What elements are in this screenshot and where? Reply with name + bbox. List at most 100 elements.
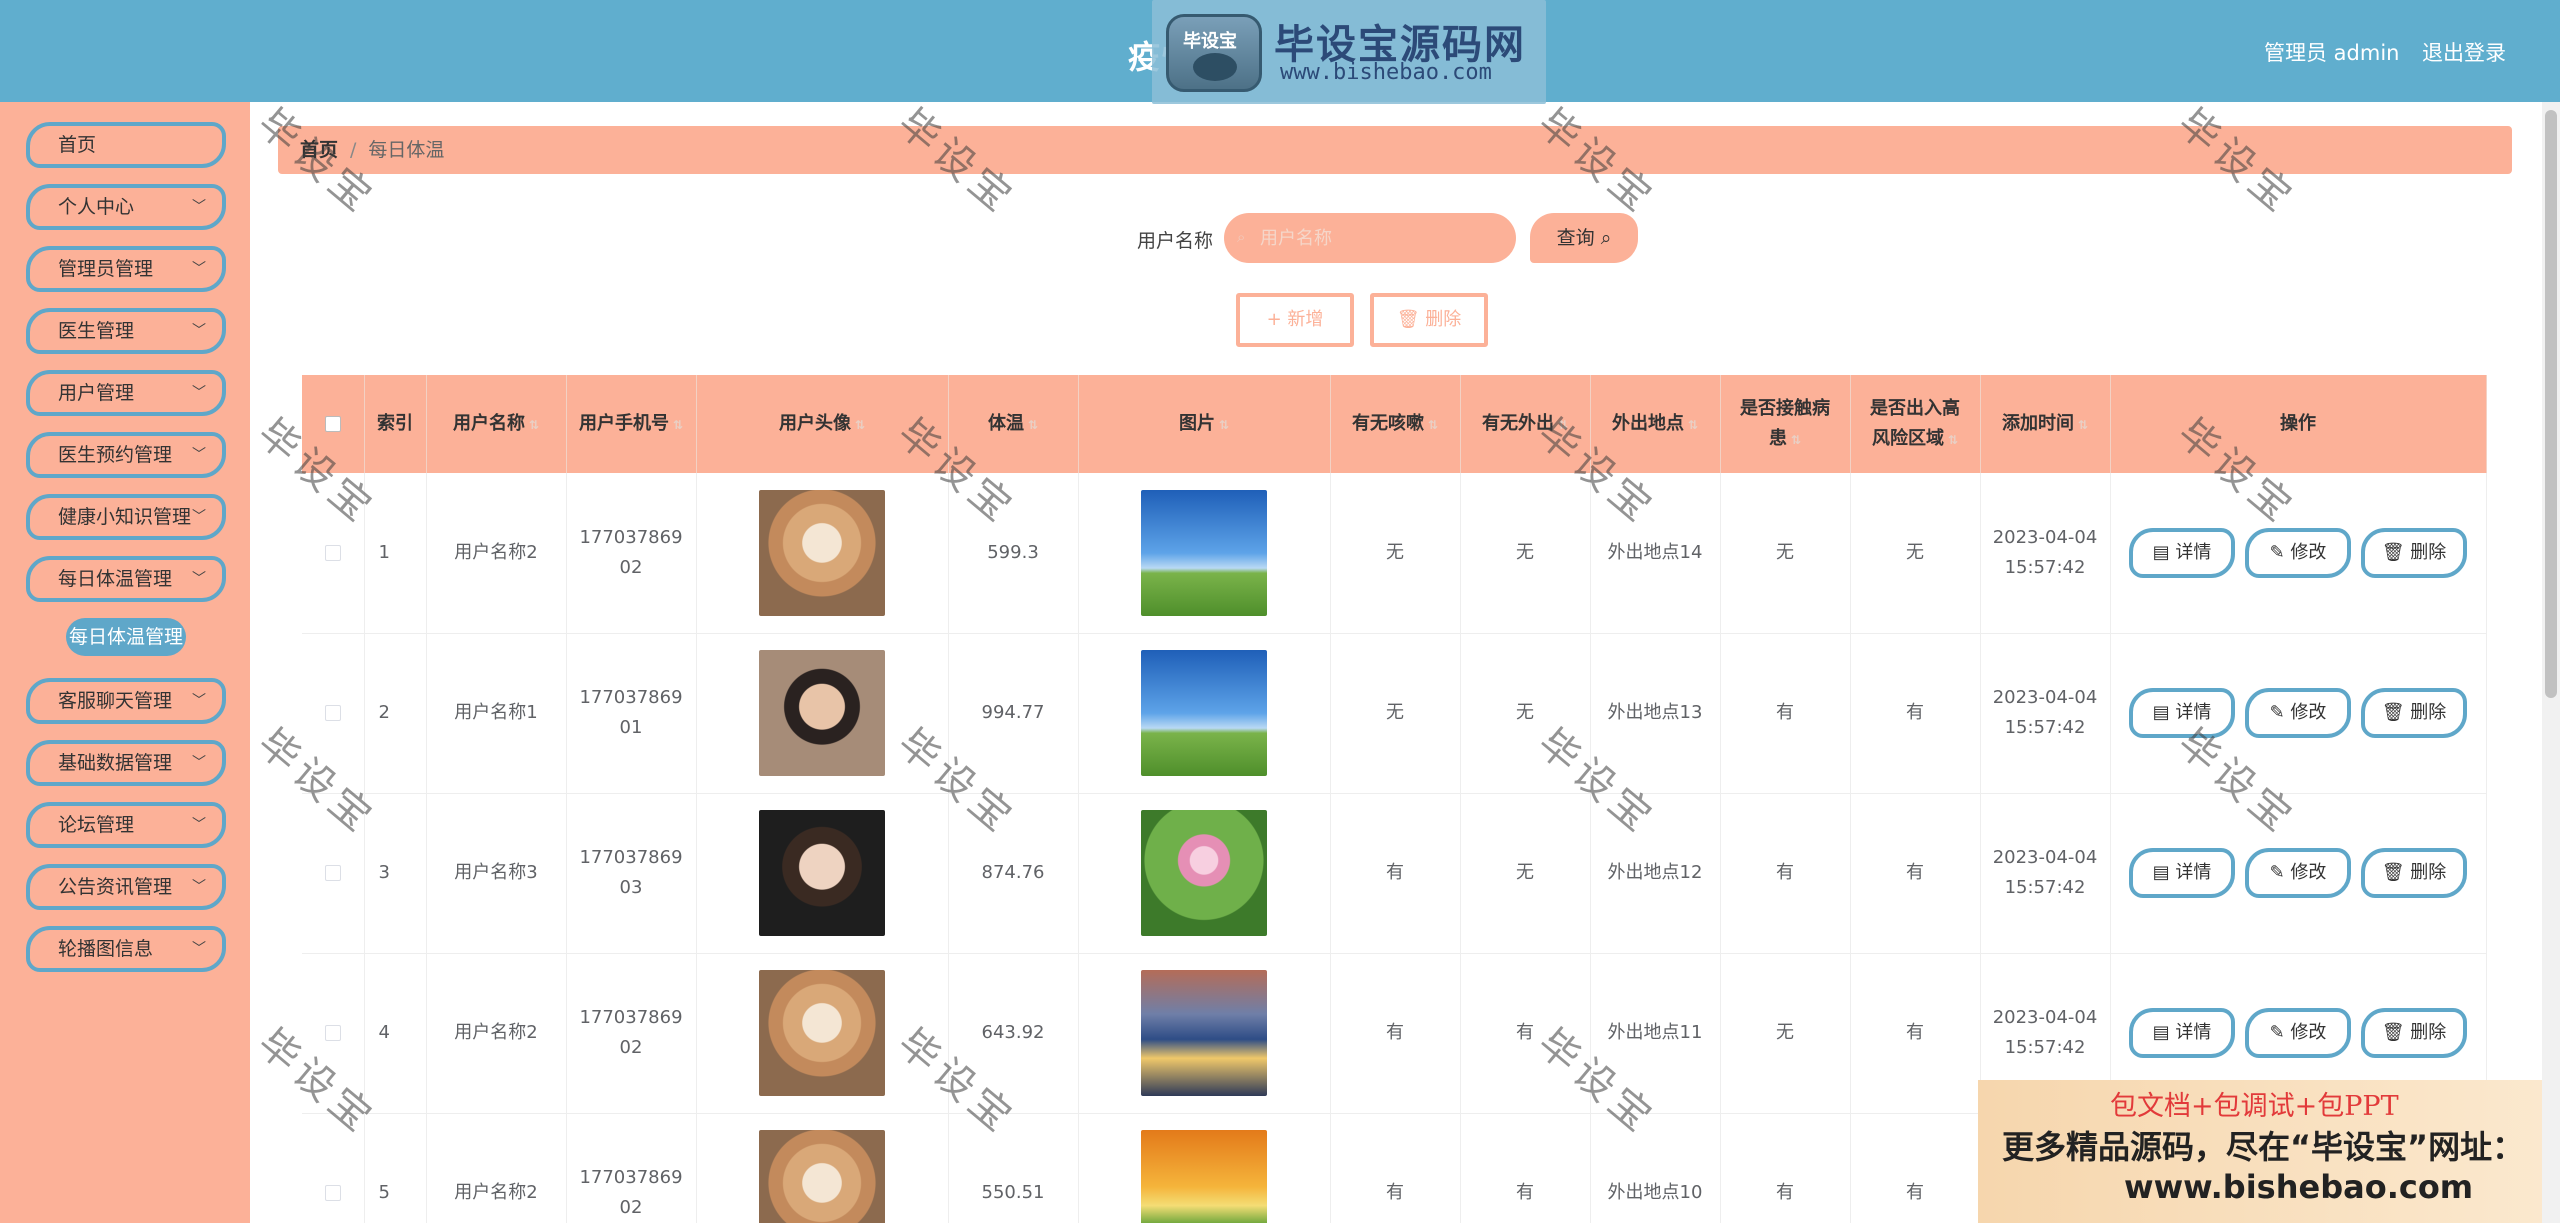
sidebar-item-personal[interactable]: 个人中心 ﹀	[26, 184, 226, 230]
column-header[interactable]: 图片 ⇅	[1078, 375, 1331, 473]
row-checkbox[interactable]	[324, 1185, 341, 1201]
photo-image[interactable]	[1141, 1130, 1267, 1223]
edit-button[interactable]: ✎ 修改	[2245, 1008, 2351, 1058]
column-header[interactable]: 用户手机号 ⇅	[566, 375, 697, 473]
search-icon: ⌕	[1237, 228, 1246, 246]
avatar-image[interactable]	[759, 970, 885, 1096]
search-input[interactable]	[1224, 213, 1516, 263]
cell-index: 4	[364, 953, 427, 1113]
column-header[interactable]: 体温 ⇅	[948, 375, 1079, 473]
detail-button[interactable]: ▤ 详情	[2129, 1008, 2235, 1058]
logout-link[interactable]: 退出登录	[2422, 37, 2506, 67]
row-checkbox[interactable]	[324, 544, 341, 561]
breadcrumb-separator: /	[350, 139, 357, 161]
ad-line-2: 更多精品源码，尽在“毕设宝”网址：	[2002, 1128, 2525, 1166]
sort-icon: ⇅	[528, 417, 540, 432]
edit-button[interactable]: ✎ 修改	[2245, 848, 2351, 898]
avatar-image[interactable]	[759, 489, 885, 616]
cell-index: 3	[364, 793, 427, 953]
delete-button[interactable]: 🗑 删除	[2361, 1008, 2467, 1058]
column-header[interactable]: 用户名称 ⇅	[426, 375, 567, 473]
cell-avatar	[696, 633, 949, 793]
pencil-icon: ✎	[2269, 1022, 2285, 1043]
photo-image[interactable]	[1141, 810, 1267, 936]
column-header[interactable]: 是否接触病患 ⇅	[1720, 375, 1851, 473]
sidebar-item-base-data[interactable]: 基础数据管理 ﹀	[26, 740, 226, 786]
sidebar-item-appointments[interactable]: 医生预约管理 ﹀	[26, 432, 226, 478]
query-button[interactable]: 查询 ⌕	[1530, 213, 1638, 263]
cell-contact: 有	[1720, 1113, 1851, 1223]
vertical-scrollbar[interactable]	[2542, 102, 2560, 1223]
sidebar-item-label: 客服聊天管理	[58, 690, 173, 712]
detail-button[interactable]: ▤ 详情	[2129, 688, 2235, 738]
document-icon: ▤	[2152, 1022, 2170, 1043]
search-icon: ⌕	[1600, 227, 1612, 249]
sort-icon: ⇅	[1790, 432, 1802, 447]
cell-cough: 有	[1330, 1113, 1461, 1223]
delete-button[interactable]: 🗑 删除	[2361, 848, 2467, 898]
row-checkbox[interactable]	[324, 865, 341, 881]
row-checkbox[interactable]	[324, 1025, 341, 1041]
cell-phone: 17703786901	[566, 633, 697, 793]
column-header[interactable]: 有无外出 ⇅	[1460, 375, 1591, 473]
photo-image[interactable]	[1141, 970, 1267, 1096]
add-button[interactable]: + 新增	[1236, 293, 1354, 347]
cell-risk-area: 有	[1850, 1113, 1981, 1223]
sidebar-subitem-daily-temp[interactable]: 每日体温管理	[66, 618, 186, 656]
edit-button[interactable]: ✎ 修改	[2245, 688, 2351, 738]
sidebar-item-health-tips[interactable]: 健康小知识管理 ﹀	[26, 494, 226, 540]
avatar-image[interactable]	[759, 810, 885, 936]
document-icon: ▤	[2152, 702, 2170, 723]
cell-user-name: 用户名称3	[426, 793, 567, 953]
cell-risk-area: 有	[1850, 793, 1981, 953]
detail-button[interactable]: ▤ 详情	[2129, 848, 2235, 898]
added-time: 15:57:42	[2004, 556, 2086, 578]
breadcrumb-home[interactable]: 首页	[300, 139, 338, 161]
detail-button[interactable]: ▤ 详情	[2129, 527, 2235, 578]
delete-button[interactable]: 🗑 删除	[2361, 527, 2467, 578]
scrollbar-thumb[interactable]	[2545, 110, 2557, 698]
row-checkbox[interactable]	[324, 705, 341, 721]
batch-delete-button[interactable]: 🗑 删除	[1370, 293, 1488, 347]
sidebar-item-daily-temp[interactable]: 每日体温管理 ﹀	[26, 556, 226, 602]
cell-index: 5	[364, 1113, 427, 1223]
column-header: 操作	[2110, 375, 2487, 473]
column-header[interactable]: 是否出入高风险区域 ⇅	[1850, 375, 1981, 473]
chevron-down-icon: ﹀	[192, 571, 206, 587]
sidebar-item-label: 医生预约管理	[58, 444, 173, 466]
sort-icon: ⇅	[1427, 417, 1439, 432]
avatar-image[interactable]	[759, 650, 885, 776]
select-all-checkbox[interactable]	[324, 416, 341, 432]
sidebar-item-label: 医生管理	[58, 320, 135, 342]
row-select-cell	[302, 793, 365, 953]
photo-image[interactable]	[1141, 489, 1267, 616]
edit-button[interactable]: ✎ 修改	[2245, 527, 2351, 578]
sidebar-item-doctors[interactable]: 医生管理 ﹀	[26, 308, 226, 354]
trash-icon: 🗑	[2381, 862, 2405, 883]
photo-image[interactable]	[1141, 650, 1267, 776]
ad-banner[interactable]: 包文档+包调试+包PPT 更多精品源码，尽在“毕设宝”网址： www.bishe…	[1978, 1080, 2560, 1223]
sidebar-item-chat[interactable]: 客服聊天管理 ﹀	[26, 678, 226, 724]
query-button-label: 查询	[1556, 227, 1595, 249]
top-header: 疫情 毕设宝 毕设宝源码网 www.bishebao.com 管理员 admin…	[0, 0, 2560, 104]
cell-phone: 17703786902	[566, 473, 697, 633]
sidebar-item-carousel[interactable]: 轮播图信息 ﹀	[26, 926, 226, 972]
cell-picture	[1078, 633, 1331, 793]
chevron-down-icon: ﹀	[192, 261, 206, 277]
column-header[interactable]: 外出地点 ⇅	[1590, 375, 1721, 473]
column-header[interactable]: 索引	[364, 375, 427, 473]
sidebar-item-admins[interactable]: 管理员管理 ﹀	[26, 246, 226, 292]
column-header[interactable]: 添加时间 ⇅	[1980, 375, 2111, 473]
column-header[interactable]: 有无咳嗽 ⇅	[1330, 375, 1461, 473]
delete-button[interactable]: 🗑 删除	[2361, 688, 2467, 738]
sidebar-item-news[interactable]: 公告资讯管理 ﹀	[26, 864, 226, 910]
sidebar-item-forum[interactable]: 论坛管理 ﹀	[26, 802, 226, 848]
added-date: 2023-04-04	[1992, 687, 2098, 708]
sidebar-item-home[interactable]: 首页	[26, 122, 226, 168]
sort-icon: ⇅	[1947, 432, 1959, 447]
cell-cough: 无	[1330, 633, 1461, 793]
sidebar-item-users[interactable]: 用户管理 ﹀	[26, 370, 226, 416]
cell-user-name: 用户名称2	[426, 473, 567, 633]
avatar-image[interactable]	[759, 1130, 885, 1223]
column-header[interactable]: 用户头像 ⇅	[696, 375, 949, 473]
